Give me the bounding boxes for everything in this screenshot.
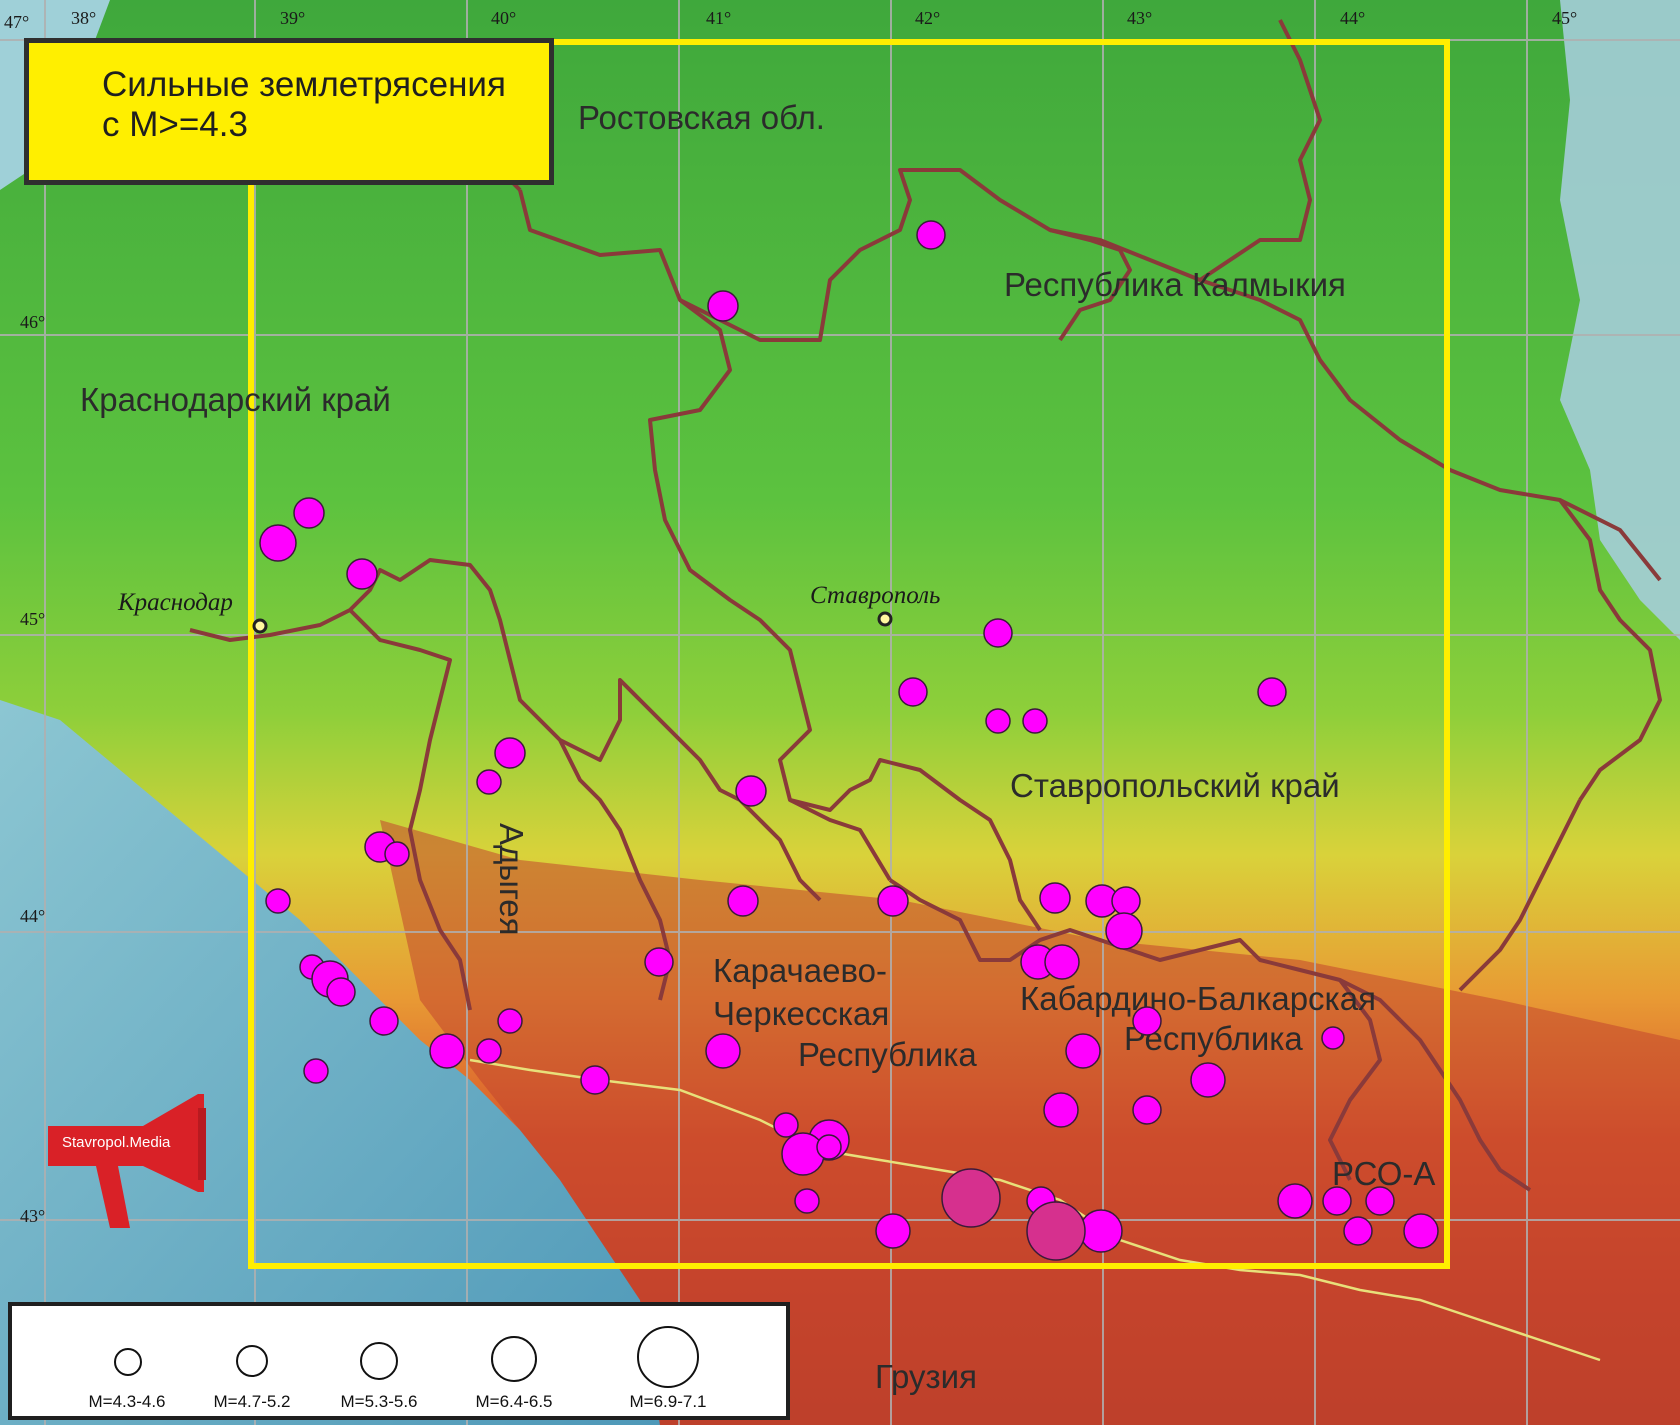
epicenter [983, 618, 1013, 648]
epicenter [1365, 1186, 1395, 1216]
epicenter [1132, 1006, 1162, 1036]
epicenter [494, 737, 526, 769]
epicenter [326, 977, 356, 1007]
lat-label: 44° [20, 906, 45, 926]
epicenter [705, 1033, 741, 1069]
city-marker-stavropol [877, 611, 893, 627]
lon-label: 45° [1552, 8, 1577, 28]
region-label-rostov: Ростовская обл. [578, 99, 825, 136]
legend-item: M=6.4-6.5 [439, 1306, 589, 1416]
lon-label: 43° [1127, 8, 1152, 28]
epicenter [794, 1188, 820, 1214]
epicenter [580, 1065, 610, 1095]
epicenter [1322, 1186, 1352, 1216]
epicenter [1277, 1183, 1313, 1219]
epicenter [735, 775, 767, 807]
region-label-kchr-1: Карачаево- [713, 952, 887, 989]
epicenter [1079, 1209, 1123, 1253]
epicenter [773, 1112, 799, 1138]
brand-logo: Stavropol.Media [48, 1088, 218, 1228]
epicenter [898, 677, 928, 707]
epicenter [1403, 1213, 1439, 1249]
epicenter [985, 708, 1011, 734]
region-label-adygea: Адыгея [493, 823, 530, 936]
epicenter [384, 841, 410, 867]
epicenter-strong [1026, 1201, 1086, 1261]
epicenter [429, 1033, 465, 1069]
megaphone-icon [48, 1094, 206, 1228]
epicenter [476, 1038, 502, 1064]
epicenter [476, 769, 502, 795]
epicenter [1111, 886, 1141, 916]
epicenter [644, 947, 674, 977]
epicenter [1044, 944, 1080, 980]
epicenter-strong [941, 1168, 1001, 1228]
city-label-stavropol: Ставрополь [810, 582, 940, 609]
lon-label: 38° [71, 8, 96, 28]
lon-label: 41° [706, 8, 731, 28]
legend-item: M=5.3-5.6 [304, 1306, 454, 1416]
legend-label: M=6.9-7.1 [629, 1392, 707, 1411]
epicenter [259, 524, 297, 562]
relief-map: 38° 39° 40° 41° 42° 43° 44° 45° 47° 46° … [0, 0, 1680, 1425]
epicenter [1039, 882, 1071, 914]
legend-circle [360, 1342, 398, 1380]
region-label-georgia: Грузия [875, 1358, 977, 1395]
epicenter [875, 1213, 911, 1249]
epicenter [1343, 1216, 1373, 1246]
epicenter [369, 1006, 399, 1036]
epicenter [1022, 708, 1048, 734]
lon-label: 44° [1340, 8, 1365, 28]
legend-label: M=5.3-5.6 [340, 1392, 418, 1411]
region-label-kbr-1: Кабардино-Балкарская [1020, 980, 1376, 1017]
legend-circle [114, 1348, 142, 1376]
legend-circle [236, 1345, 268, 1377]
epicenter [1321, 1026, 1345, 1050]
epicenter [877, 885, 909, 917]
region-label-krasnodar: Краснодарский край [80, 381, 391, 418]
epicenter [303, 1058, 329, 1084]
epicenter [916, 220, 946, 250]
region-label-stavropol: Ставропольский край [1010, 767, 1340, 804]
region-label-kchr-3: Республика [798, 1036, 977, 1073]
epicenter [1105, 912, 1143, 950]
epicenter [1065, 1033, 1101, 1069]
epicenter [707, 290, 739, 322]
map-title: Сильные землетрясения с M>=4.3 [102, 65, 506, 144]
map-title-box: Сильные землетрясения с M>=4.3 [24, 38, 554, 185]
legend-circle [491, 1336, 537, 1382]
epicenter [293, 497, 325, 529]
epicenter [727, 885, 759, 917]
lat-label: 43° [20, 1206, 45, 1226]
epicenter [346, 558, 378, 590]
lat-label: 47° [4, 12, 29, 32]
lon-label: 40° [491, 8, 516, 28]
legend-label: M=6.4-6.5 [475, 1392, 553, 1411]
region-label-kchr-2: Черкесская [713, 995, 889, 1032]
lat-label: 45° [20, 609, 45, 629]
lat-label: 46° [20, 312, 45, 332]
epicenter [816, 1134, 842, 1160]
lon-label: 42° [915, 8, 940, 28]
epicenter [781, 1132, 825, 1176]
city-marker-krasnodar [252, 618, 268, 634]
epicenter [497, 1008, 523, 1034]
epicenter [1132, 1095, 1162, 1125]
legend-item: M=6.9-7.1 [593, 1306, 743, 1416]
brand-name: Stavropol.Media [62, 1134, 171, 1151]
epicenter [1190, 1062, 1226, 1098]
legend-circle [637, 1326, 699, 1388]
city-label-krasnodar: Краснодар [117, 589, 233, 616]
epicenter [1257, 677, 1287, 707]
region-label-kalmykia: Республика Калмыкия [1004, 266, 1346, 303]
region-label-rso: РСО-А [1332, 1155, 1435, 1192]
epicenter [265, 888, 291, 914]
magnitude-legend: M=4.3-4.6 M=4.7-5.2 M=5.3-5.6 M=6.4-6.5 … [8, 1302, 790, 1420]
epicenter [1043, 1092, 1079, 1128]
lon-label: 39° [280, 8, 305, 28]
